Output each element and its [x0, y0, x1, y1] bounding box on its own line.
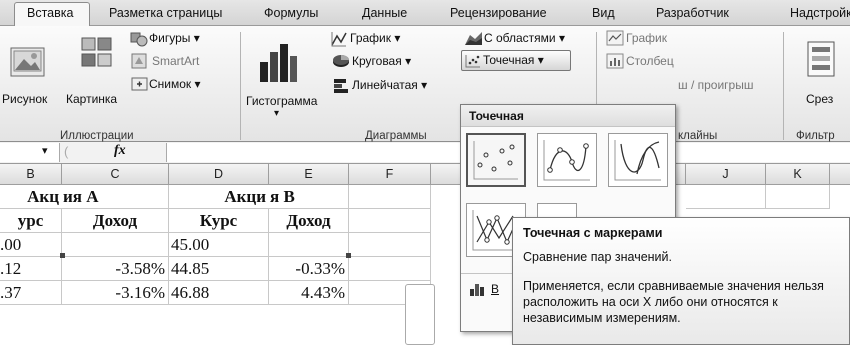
ribbon-separator [240, 32, 241, 140]
cell[interactable] [62, 233, 169, 257]
sparkline-line-icon[interactable] [606, 30, 624, 49]
cell[interactable]: -0.33% [269, 257, 349, 281]
smartart-icon[interactable] [131, 52, 149, 73]
gallery-header-label: Точечная [469, 109, 524, 123]
name-box-dropdown-icon[interactable]: ▾ [42, 144, 48, 157]
column-header-e[interactable]: E [269, 164, 349, 185]
column-header-f[interactable]: F [349, 164, 431, 185]
cell[interactable]: 46.88 [169, 281, 269, 305]
column-header-d[interactable]: D [169, 164, 269, 185]
shapes-button-label[interactable]: Фигуры ▾ [149, 31, 200, 45]
cell[interactable] [349, 209, 431, 233]
screenshot-icon[interactable] [131, 75, 149, 96]
formula-bar-handle: ( [64, 144, 69, 159]
tab-developer[interactable]: Разработчик [656, 6, 729, 20]
tab-addins[interactable]: Надстройки [790, 6, 850, 20]
gallery-header: Точечная [461, 105, 675, 127]
sparkline-winloss-label[interactable]: ш / проигрыш [678, 78, 753, 92]
clipart-icon[interactable] [80, 36, 114, 75]
column-header-k[interactable]: K [766, 164, 830, 185]
name-box[interactable]: ▾ [0, 143, 60, 162]
screenshot-button-label[interactable]: Снимок ▾ [149, 77, 201, 91]
histogram-button-label[interactable]: Гистограмма [246, 94, 317, 108]
tab-review[interactable]: Рецензирование [450, 6, 547, 20]
all-chart-types-icon[interactable] [469, 281, 487, 300]
cell[interactable]: -3.16% [62, 281, 169, 305]
cell[interactable]: урс [0, 209, 62, 233]
filter-group-label: Фильтр [796, 130, 835, 142]
pie-chart-button-label[interactable]: Круговая ▾ [352, 54, 411, 68]
cell[interactable]: 4.43% [269, 281, 349, 305]
selection-handle[interactable] [60, 253, 65, 258]
area-chart-button-label[interactable]: С областями ▾ [484, 31, 565, 45]
sparklines-group-label: клайны [678, 130, 718, 142]
cell[interactable]: Курс [169, 209, 269, 233]
scatter-chart-button[interactable]: Точечная ▾ [461, 50, 571, 71]
picture-icon[interactable] [10, 46, 46, 83]
cell[interactable] [269, 233, 349, 257]
cell[interactable]: Доход [269, 209, 349, 233]
cell[interactable] [766, 185, 830, 209]
selection-handle[interactable] [346, 253, 351, 258]
sparkline-column-label[interactable]: Столбец [626, 54, 674, 68]
cell[interactable] [349, 185, 431, 209]
cell[interactable] [686, 185, 766, 209]
line-chart-button-label[interactable]: График ▾ [350, 31, 400, 45]
cell[interactable]: -3.58% [62, 257, 169, 281]
cell[interactable]: 45.00 [169, 233, 269, 257]
pie-chart-icon[interactable] [332, 53, 350, 72]
tab-page-layout[interactable]: Разметка страницы [109, 6, 222, 20]
insert-function-icon[interactable]: fx [114, 143, 126, 159]
column-header-c[interactable]: C [62, 164, 169, 185]
column-header-next[interactable] [830, 164, 850, 185]
area-chart-icon[interactable] [464, 30, 484, 49]
ribbon-separator [783, 32, 784, 140]
sparkline-line-label[interactable]: График [626, 31, 667, 45]
chart-placeholder-frame[interactable] [405, 284, 435, 345]
cell[interactable] [349, 233, 431, 257]
bar-chart-button-label[interactable]: Линейчатая ▾ [352, 78, 427, 92]
sparkline-column-icon[interactable] [606, 53, 624, 72]
tab-view[interactable]: Вид [592, 6, 615, 20]
cell[interactable]: .37 [0, 281, 62, 305]
scatter-chart-button-label: Точечная ▾ [483, 53, 544, 67]
picture-button-label[interactable]: Рисунок [2, 92, 47, 106]
scatter-markers-only-option[interactable] [466, 133, 526, 187]
shapes-icon[interactable] [130, 30, 148, 51]
scatter-smooth-markers-option[interactable] [537, 133, 597, 187]
tab-insert[interactable]: Вставка [27, 6, 73, 20]
charts-group-label: Диаграммы [365, 130, 427, 142]
bar-chart-icon[interactable] [332, 77, 350, 98]
cell[interactable] [349, 257, 431, 281]
cell[interactable]: Акци [169, 185, 269, 209]
cell[interactable]: Доход [62, 209, 169, 233]
chart-type-tooltip: Точечная с маркерами Сравнение пар значе… [512, 217, 850, 345]
cell[interactable]: 44.85 [169, 257, 269, 281]
slicer-icon[interactable] [806, 40, 836, 83]
tooltip-description: Применяется, если сравниваемые значения … [523, 279, 824, 325]
cell[interactable]: Акц [0, 185, 62, 209]
clipart-button-label[interactable]: Картинка [66, 92, 117, 106]
illustrations-group-label: Иллюстрации [60, 130, 134, 142]
tooltip-title: Точечная с маркерами [523, 226, 663, 240]
histogram-dropdown-arrow[interactable]: ▾ [274, 108, 279, 119]
ribbon-tab-bar: Вставка Разметка страницы Формулы Данные… [0, 0, 850, 27]
slicer-button-label[interactable]: Срез [806, 92, 833, 106]
cell[interactable]: я В [269, 185, 349, 209]
scatter-chart-icon [464, 53, 482, 71]
column-header-j[interactable]: J [686, 164, 766, 185]
cell[interactable]: .00 [0, 233, 62, 257]
column-header-b[interactable]: B [0, 164, 62, 185]
line-chart-icon[interactable] [330, 30, 348, 51]
histogram-icon[interactable] [258, 40, 298, 87]
scatter-smooth-lines-option[interactable] [608, 133, 668, 187]
formula-bar: ▾ ( fx [0, 142, 850, 164]
tab-data[interactable]: Данные [362, 6, 407, 20]
smartart-button-label[interactable]: SmartArt [152, 54, 199, 68]
tooltip-summary: Сравнение пар значений. [523, 250, 672, 264]
cell[interactable]: ия А [62, 185, 169, 209]
tab-formulas[interactable]: Формулы [264, 6, 318, 20]
cell[interactable]: .12 [0, 257, 62, 281]
all-chart-types-label[interactable]: В [491, 282, 499, 296]
